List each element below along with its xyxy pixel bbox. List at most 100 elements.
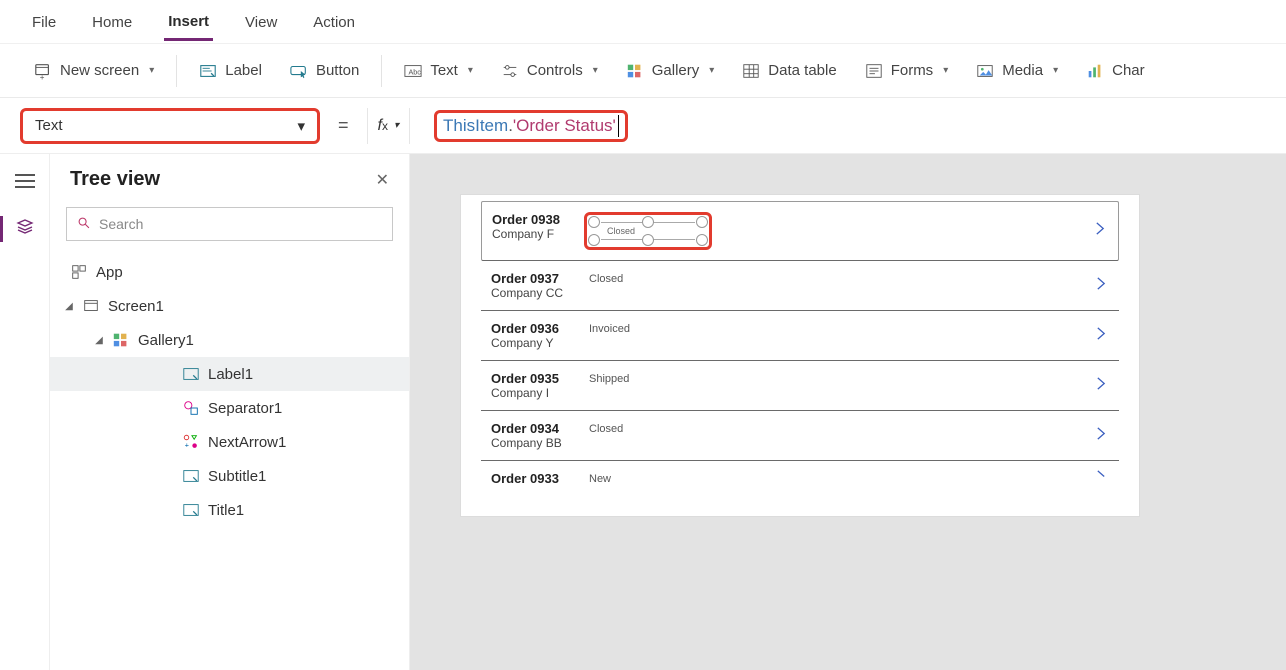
tree-node-label: App xyxy=(96,264,123,281)
hamburger-button[interactable] xyxy=(0,166,50,196)
selected-label-handles[interactable]: Closed xyxy=(584,212,712,250)
left-rail xyxy=(0,154,50,670)
insert-datatable-button[interactable]: Data table xyxy=(728,56,850,86)
next-arrow-icon[interactable] xyxy=(1093,325,1109,346)
insert-chart-button[interactable]: Char xyxy=(1072,56,1159,86)
formula-bar-row: Text = fx ThisItem.'Order Status' xyxy=(0,98,1286,154)
insert-label-button[interactable]: Label xyxy=(185,56,276,86)
insert-datatable-label: Data table xyxy=(768,62,836,79)
fx-button[interactable]: fx xyxy=(367,108,410,144)
button-icon xyxy=(290,62,308,80)
gallery-item-title: Order 0935 xyxy=(491,371,581,386)
app-icon xyxy=(70,263,88,281)
collapse-icon[interactable]: ◢ xyxy=(94,335,104,346)
insert-controls-button[interactable]: Controls xyxy=(487,56,612,86)
icons-icon: + xyxy=(182,433,200,451)
gallery-item-status: Shipped xyxy=(589,371,629,385)
insert-media-button[interactable]: Media xyxy=(962,56,1072,86)
chevron-down-icon xyxy=(149,65,154,76)
tree-node-nextarrow1[interactable]: + NextArrow1 xyxy=(50,425,409,459)
label-icon xyxy=(199,62,217,80)
design-canvas[interactable]: Order 0938 Company F Closed xyxy=(410,154,1286,670)
chevron-down-icon xyxy=(709,65,714,76)
next-arrow-icon[interactable] xyxy=(1092,221,1108,242)
gallery-item-title: Order 0933 xyxy=(491,471,581,486)
gallery-item[interactable]: Order 0937 Company CC Closed xyxy=(481,261,1119,311)
text-caret xyxy=(618,115,619,137)
tree-node-label: Gallery1 xyxy=(138,332,194,349)
gallery-item-subtitle: Company F xyxy=(492,227,582,241)
layers-icon xyxy=(15,217,35,242)
menu-view[interactable]: View xyxy=(241,4,281,39)
new-screen-button[interactable]: + New screen xyxy=(20,56,168,86)
tree-view-pane: Tree view ✕ Search App ◢ xyxy=(50,154,410,670)
next-arrow-icon[interactable] xyxy=(1093,275,1109,296)
tree-node-subtitle1[interactable]: Subtitle1 xyxy=(50,459,409,493)
gallery-control[interactable]: Order 0938 Company F Closed xyxy=(460,194,1140,517)
tree-node-label1[interactable]: Label1 xyxy=(50,357,409,391)
menu-action[interactable]: Action xyxy=(309,4,359,39)
app-body: Tree view ✕ Search App ◢ xyxy=(0,154,1286,670)
new-screen-icon: + xyxy=(34,62,52,80)
tree-node-label: Title1 xyxy=(208,502,244,519)
gallery-item-subtitle: Company I xyxy=(491,386,581,400)
active-rail-indicator xyxy=(0,216,3,242)
menu-file[interactable]: File xyxy=(28,4,60,39)
tree-node-app[interactable]: App xyxy=(50,255,409,289)
tree-view-title: Tree view xyxy=(70,168,160,191)
insert-text-label: Text xyxy=(430,62,458,79)
tree-node-label: Subtitle1 xyxy=(208,468,266,485)
tree-search-input[interactable]: Search xyxy=(66,207,393,241)
equals-sign: = xyxy=(334,115,353,136)
gallery-item-status: Closed xyxy=(589,271,623,285)
svg-text:Abc: Abc xyxy=(409,67,422,76)
tree-view-rail-button[interactable] xyxy=(0,214,50,244)
gallery-item-status: New xyxy=(589,471,611,485)
gallery-item-title: Order 0934 xyxy=(491,421,581,436)
close-pane-button[interactable]: ✕ xyxy=(376,170,389,190)
insert-button-text: Button xyxy=(316,62,359,79)
menu-home[interactable]: Home xyxy=(88,4,136,39)
gallery-item[interactable]: Order 0934 Company BB Closed xyxy=(481,411,1119,461)
insert-text-button[interactable]: Abc Text xyxy=(390,56,487,86)
gallery-item-subtitle: Company CC xyxy=(491,286,581,300)
datatable-icon xyxy=(742,62,760,80)
formula-highlight: ThisItem.'Order Status' xyxy=(434,110,628,142)
gallery-item-status: Closed xyxy=(589,421,623,435)
svg-text:+: + xyxy=(40,73,45,80)
tree-node-gallery[interactable]: ◢ Gallery1 xyxy=(50,323,409,357)
insert-chart-label: Char xyxy=(1112,62,1145,79)
new-screen-label: New screen xyxy=(60,62,139,79)
gallery-item[interactable]: Order 0933 New xyxy=(481,461,1119,496)
close-icon: ✕ xyxy=(376,172,389,189)
tree-node-title1[interactable]: Title1 xyxy=(50,493,409,527)
insert-button-button[interactable]: Button xyxy=(276,56,373,86)
tree-node-screen[interactable]: ◢ Screen1 xyxy=(50,289,409,323)
menu-insert[interactable]: Insert xyxy=(164,3,213,41)
formula-bar[interactable]: ThisItem.'Order Status' xyxy=(424,106,1266,146)
collapse-icon[interactable]: ◢ xyxy=(64,301,74,312)
insert-forms-button[interactable]: Forms xyxy=(851,56,963,86)
ribbon-separator xyxy=(381,55,382,87)
menu-bar: File Home Insert View Action xyxy=(0,0,1286,44)
forms-icon xyxy=(865,62,883,80)
insert-gallery-label: Gallery xyxy=(652,62,700,79)
insert-gallery-button[interactable]: Gallery xyxy=(612,56,729,86)
next-arrow-icon[interactable] xyxy=(1093,425,1109,446)
next-arrow-icon[interactable] xyxy=(1093,468,1109,489)
fx-icon: fx xyxy=(378,117,388,135)
gallery-item[interactable]: Order 0938 Company F Closed xyxy=(481,201,1119,261)
insert-controls-label: Controls xyxy=(527,62,583,79)
next-arrow-icon[interactable] xyxy=(1093,375,1109,396)
chevron-down-icon xyxy=(297,117,305,135)
gallery-item-subtitle: Company Y xyxy=(491,336,581,350)
chevron-down-icon xyxy=(394,120,399,131)
gallery-item[interactable]: Order 0936 Company Y Invoiced xyxy=(481,311,1119,361)
tree-node-separator1[interactable]: Separator1 xyxy=(50,391,409,425)
gallery-item[interactable]: Order 0935 Company I Shipped xyxy=(481,361,1119,411)
screen-icon xyxy=(82,297,100,315)
property-selector[interactable]: Text xyxy=(20,108,320,144)
tree-node-label: Screen1 xyxy=(108,298,164,315)
chevron-down-icon xyxy=(943,65,948,76)
formula-token-field: 'Order Status' xyxy=(513,116,616,136)
